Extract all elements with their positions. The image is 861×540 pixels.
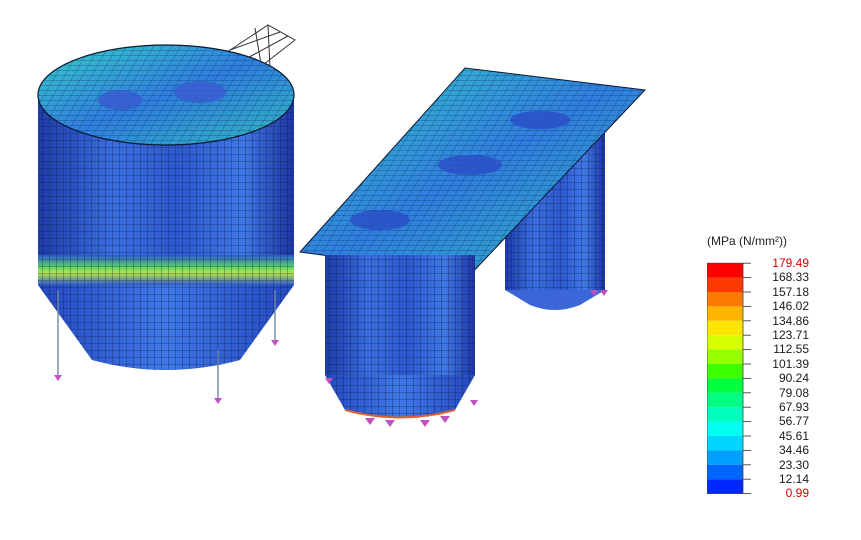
legend-value: 101.39 [772, 356, 809, 371]
legend-color-band [707, 320, 743, 336]
legend-value: 34.46 [778, 443, 809, 458]
legend-value: 157.18 [772, 284, 809, 299]
legend-value: 146.02 [772, 299, 809, 314]
fea-model-viewport[interactable] [0, 0, 690, 540]
legend-color-band [707, 306, 743, 321]
legend-value: 67.93 [778, 400, 809, 414]
legend-value: 112.55 [773, 342, 809, 357]
legend-value: 123.71 [772, 328, 809, 342]
legend-color-band [707, 263, 743, 278]
left-silo [37, 24, 296, 404]
legend-color-band [707, 335, 743, 350]
legend-color-band [707, 450, 743, 465]
stress-legend: (MPa (N/mm²)) 179.49 168.33 157.18 146.02 13… [705, 234, 813, 506]
legend-value: 90.24 [778, 371, 809, 386]
legend-value: 45.61 [778, 428, 809, 443]
legend-value: 179.49 [772, 256, 809, 270]
legend-color-band [707, 436, 743, 451]
legend-value: 134.86 [772, 313, 809, 328]
legend-value: 79.08 [778, 385, 809, 400]
right-hopper-assembly [298, 67, 647, 427]
legend-color-band [707, 421, 743, 436]
legend-color-band [707, 464, 743, 480]
legend-color-band [707, 392, 743, 408]
legend-unit-label: (MPa (N/mm²)) [707, 234, 787, 248]
legend-value: 168.33 [772, 270, 809, 285]
legend-value: 12.14 [778, 472, 809, 486]
legend-color-band [707, 349, 743, 364]
legend-color-band [707, 378, 743, 393]
legend-color-band [707, 277, 743, 292]
legend-color-band [707, 364, 743, 379]
legend-color-band [707, 479, 743, 494]
legend-color-band [707, 407, 743, 422]
legend-value: 56.77 [778, 414, 809, 429]
legend-value: 23.30 [778, 457, 809, 472]
legend-color-band [707, 292, 743, 307]
legend-value: 0.99 [785, 486, 809, 501]
